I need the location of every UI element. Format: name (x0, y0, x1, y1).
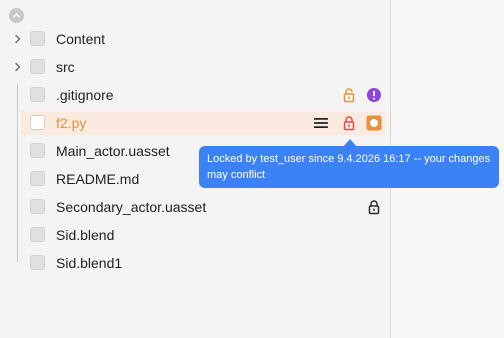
row-checkbox[interactable] (30, 255, 45, 270)
lock-tooltip: Locked by test_user since 9.4.2026 16:17… (199, 146, 499, 188)
tree-row-src[interactable]: src (0, 55, 390, 79)
row-checkbox[interactable] (30, 199, 45, 214)
lock-icon[interactable] (366, 199, 382, 215)
tree-row-sid-blend[interactable]: Sid.blend (0, 223, 390, 247)
modified-status-icon[interactable] (366, 115, 382, 131)
tree-row-content[interactable]: Content (0, 27, 390, 51)
hamburger-menu-icon[interactable] (313, 115, 329, 131)
row-label: Content (56, 31, 106, 47)
row-label: Secondary_actor.uasset (56, 199, 207, 215)
row-checkbox[interactable] (30, 227, 45, 242)
row-label: .gitignore (56, 87, 114, 103)
row-label: README.md (56, 171, 140, 187)
row-label: f2.py (56, 115, 87, 131)
row-checkbox[interactable] (30, 87, 45, 102)
tree-row-gitignore[interactable]: .gitignore (0, 83, 390, 107)
chevron-right-icon[interactable] (12, 61, 24, 73)
row-checkbox[interactable] (30, 171, 45, 186)
row-label: Sid.blend (56, 227, 115, 243)
chevron-up-icon (13, 13, 20, 18)
exclamation-icon[interactable] (366, 87, 382, 103)
row-label: Main_actor.uasset (56, 143, 170, 159)
tree-row-f2py[interactable]: f2.py (21, 111, 385, 135)
row-checkbox[interactable] (30, 31, 45, 46)
lock-icon[interactable] (341, 87, 357, 103)
tree-row-secondary-actor[interactable]: Secondary_actor.uasset (0, 195, 390, 219)
row-checkbox[interactable] (30, 59, 45, 74)
row-checkbox[interactable] (30, 143, 45, 158)
collapse-all-button[interactable] (9, 8, 24, 23)
row-label: src (56, 59, 75, 75)
row-checkbox[interactable] (30, 115, 45, 130)
row-label: Sid.blend1 (56, 255, 123, 271)
tree-row-sid-blend1[interactable]: Sid.blend1 (0, 251, 390, 275)
chevron-right-icon[interactable] (12, 33, 24, 45)
lock-icon[interactable] (341, 115, 357, 131)
